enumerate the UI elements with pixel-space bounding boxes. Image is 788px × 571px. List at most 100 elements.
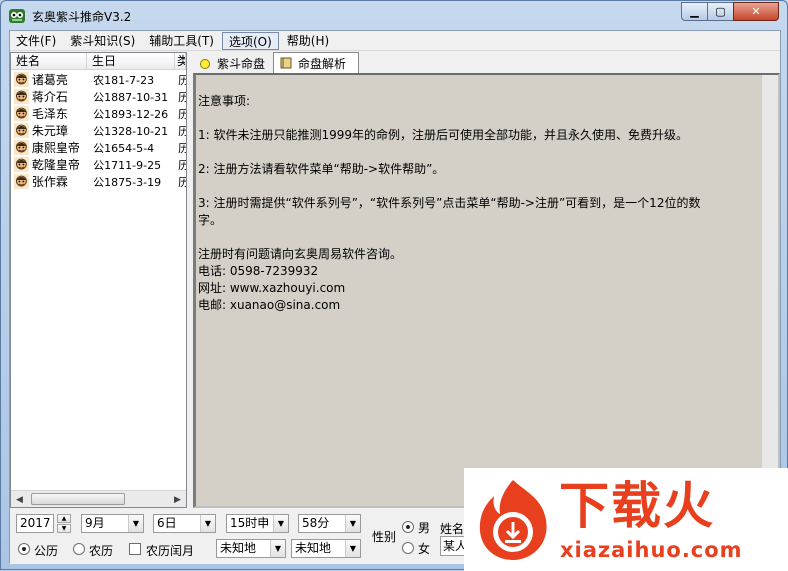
- minimize-button[interactable]: ▁: [681, 2, 708, 21]
- watermark-url: xiazaihuo.com: [560, 538, 743, 562]
- contact-phone: 电话: 0598-7239932: [198, 264, 319, 278]
- person-avatar-icon: [14, 140, 29, 155]
- minute-select[interactable]: 58分 ▼: [298, 514, 361, 533]
- tab-label: 命盘解析: [298, 56, 347, 71]
- analysis-text-area[interactable]: 注意事项: 1: 软件未注册只能推测1999年的命例，注册后可使用全部功能，并且…: [193, 73, 780, 508]
- column-header-birth[interactable]: 生日: [87, 53, 175, 69]
- person-name: 诸葛亮: [31, 73, 68, 87]
- chevron-down-icon: ▼: [345, 540, 360, 557]
- notice-heading: 注意事项:: [198, 94, 251, 108]
- notice-paragraph-2: 2: 注册方法请看软件菜单“帮助->软件帮助”。: [198, 162, 445, 176]
- contact-email: 电邮: xuanao@sina.com: [198, 298, 341, 312]
- watermark-title: 下载火: [559, 477, 715, 535]
- scroll-left-icon[interactable]: ◀: [11, 491, 28, 508]
- close-button[interactable]: ✕: [733, 2, 779, 21]
- place-select-2[interactable]: 未知地 ▼: [291, 539, 361, 558]
- menu-ziwei-knowledge[interactable]: 紫斗知识(S): [64, 32, 141, 50]
- person-type: 历: [178, 90, 187, 104]
- column-header-name[interactable]: 姓名: [11, 53, 87, 69]
- column-header-type[interactable]: 类: [175, 53, 186, 69]
- person-name: 张作霖: [31, 175, 68, 189]
- notebook-icon: [280, 57, 292, 69]
- year-down-icon[interactable]: ▼: [57, 524, 71, 533]
- list-item[interactable]: 蒋介石 公1887-10-31 历: [11, 88, 186, 105]
- hour-value: 15时申: [230, 516, 270, 530]
- notice-paragraph-3-cont: 字。: [198, 213, 223, 227]
- person-name: 朱元璋: [31, 124, 68, 138]
- title-bar[interactable]: 玄奥紫斗推命V3.2 ▁ ▢ ✕: [1, 1, 787, 30]
- list-item[interactable]: 毛泽东 公1893-12-26 历: [11, 105, 186, 122]
- app-window: 玄奥紫斗推命V3.2 ▁ ▢ ✕ 文件(F) 紫斗知识(S) 辅助工具(T) 选…: [0, 0, 788, 571]
- person-avatar-icon: [14, 72, 29, 87]
- lunar-calendar-radio[interactable]: [73, 543, 85, 555]
- window-title: 玄奥紫斗推命V3.2: [32, 10, 132, 24]
- person-type: 历: [178, 141, 187, 155]
- person-list: 姓名 生日 类 诸葛亮农181-7-23历蒋介石公1887-10-31历毛泽东公…: [10, 52, 187, 508]
- year-input[interactable]: 2017: [16, 514, 54, 533]
- list-item[interactable]: 张作霖 公1875-3-19 历: [11, 173, 186, 190]
- female-radio[interactable]: [402, 542, 414, 554]
- leap-month-label: 农历闰月: [146, 544, 195, 558]
- menu-tools[interactable]: 辅助工具(T): [143, 32, 220, 50]
- tab-bar: 紫斗命盘 命盘解析: [193, 52, 780, 73]
- notice-paragraph-1: 1: 软件未注册只能推测1999年的命例，注册后可使用全部功能，并且永久使用、免…: [198, 128, 689, 142]
- list-item[interactable]: 朱元璋 公1328-10-21 历: [11, 122, 186, 139]
- notice-content: 注意事项: 1: 软件未注册只能推测1999年的命例，注册后可使用全部功能，并且…: [198, 93, 758, 314]
- list-item[interactable]: 康熙皇帝 公1654-5-4 历: [11, 139, 186, 156]
- solar-calendar-label: 公历: [34, 544, 59, 558]
- person-type: 历: [178, 124, 187, 138]
- person-name: 康熙皇帝: [31, 141, 80, 155]
- menu-file[interactable]: 文件(F): [10, 32, 62, 50]
- person-type: 历: [178, 73, 187, 87]
- chevron-down-icon: ▼: [128, 515, 143, 532]
- list-item[interactable]: 诸葛亮 农181-7-23 历: [11, 71, 186, 88]
- scroll-right-icon[interactable]: ▶: [169, 491, 186, 508]
- solar-calendar-radio[interactable]: [18, 543, 30, 555]
- menu-options[interactable]: 选项(O): [221, 31, 279, 50]
- person-birthdate: 公1875-3-19: [93, 175, 162, 189]
- person-avatar-icon: [14, 157, 29, 172]
- place-1-value: 未知地: [220, 541, 257, 555]
- year-value: 2017: [20, 516, 51, 530]
- hour-select[interactable]: 15时申 ▼: [226, 514, 289, 533]
- leap-month-checkbox[interactable]: [129, 543, 141, 555]
- day-value: 6日: [157, 516, 177, 530]
- tab-chart-analysis[interactable]: 命盘解析: [273, 52, 359, 73]
- person-avatar-icon: [14, 106, 29, 121]
- day-select[interactable]: 6日 ▼: [153, 514, 216, 533]
- lunar-calendar-label: 农历: [89, 544, 114, 558]
- month-value: 9月: [85, 516, 105, 530]
- menu-bar: 文件(F) 紫斗知识(S) 辅助工具(T) 选项(O) 帮助(H): [10, 31, 780, 51]
- year-up-icon[interactable]: ▲: [57, 514, 71, 523]
- person-birthdate: 农181-7-23: [93, 73, 155, 87]
- menu-help[interactable]: 帮助(H): [281, 32, 335, 50]
- list-item[interactable]: 乾隆皇帝 公1711-9-25 历: [11, 156, 186, 173]
- horizontal-scrollbar[interactable]: ◀ ▶: [11, 490, 186, 507]
- minute-value: 58分: [302, 516, 330, 530]
- minimize-icon: ▁: [690, 5, 699, 18]
- female-label: 女: [418, 542, 431, 556]
- maximize-icon: ▢: [715, 5, 726, 18]
- person-birthdate: 公1893-12-26: [93, 107, 169, 121]
- maximize-button[interactable]: ▢: [707, 2, 734, 21]
- month-select[interactable]: 9月 ▼: [81, 514, 144, 533]
- vertical-scrollbar[interactable]: [761, 75, 778, 506]
- person-birthdate: 公1328-10-21: [93, 124, 169, 138]
- place-select-1[interactable]: 未知地 ▼: [216, 539, 286, 558]
- tab-ziwei-chart[interactable]: 紫斗命盘: [193, 54, 273, 73]
- person-name: 蒋介石: [31, 90, 68, 104]
- contact-website: 网址: www.xazhouyi.com: [198, 281, 346, 295]
- person-type: 历: [178, 107, 187, 121]
- chevron-down-icon: ▼: [345, 515, 360, 532]
- close-icon: ✕: [751, 5, 761, 18]
- scrollbar-thumb[interactable]: [31, 493, 125, 505]
- chevron-down-icon: ▼: [200, 515, 215, 532]
- person-avatar-icon: [14, 123, 29, 138]
- male-label: 男: [418, 521, 431, 535]
- person-name: 毛泽东: [31, 107, 68, 121]
- male-radio[interactable]: [402, 521, 414, 533]
- gender-label: 性别: [372, 530, 397, 544]
- chevron-down-icon: ▼: [273, 515, 288, 532]
- person-birthdate: 公1654-5-4: [93, 141, 155, 155]
- flame-logo-icon: [479, 480, 547, 560]
